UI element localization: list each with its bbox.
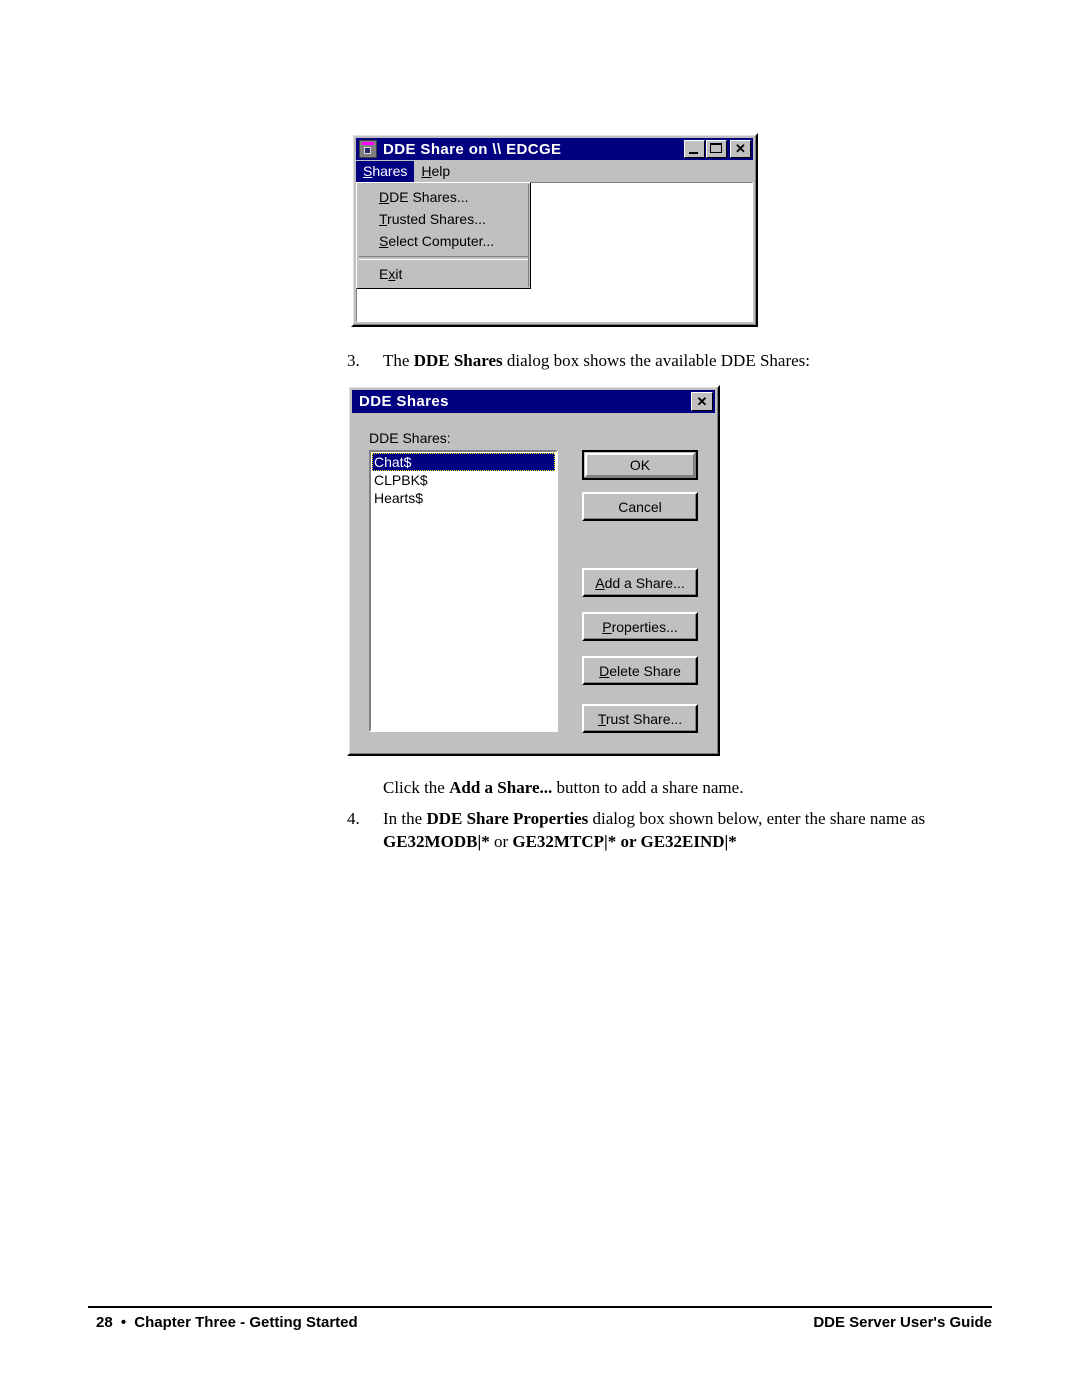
footer-left: 28 • Chapter Three - Getting Started (96, 1314, 358, 1331)
menu-item-dde-shares[interactable]: DDE Shares... (357, 186, 530, 208)
dde-shares-listbox[interactable]: Chat$ CLPBK$ Hearts$ (369, 450, 558, 732)
menu-item-select-computer[interactable]: Select Computer... (357, 230, 530, 252)
step3-text-a: The (383, 351, 414, 370)
footer-divider (88, 1306, 992, 1308)
trust-share-button[interactable]: Trust Share... (582, 704, 698, 733)
list-item[interactable]: Chat$ (372, 453, 555, 471)
dde-share-window[interactable]: DDE Share on \\ EDCGE ✕ Shares Help DDE … (351, 133, 758, 327)
cancel-button[interactable]: Cancel (582, 492, 698, 521)
step4-line2-a: GE32MODB|* (383, 832, 490, 851)
minimize-icon[interactable] (684, 140, 705, 158)
window-title: DDE Share on \\ EDCGE (383, 140, 562, 158)
add-a-share-button[interactable]: Add a Share... (582, 568, 698, 597)
step3-number: 3. (347, 351, 360, 370)
window-titlebar[interactable]: DDE Share on \\ EDCGE ✕ (356, 138, 753, 160)
step4-line2-c: GE32MTCP|* or GE32EIND|* (512, 832, 737, 851)
page-number: 28 (96, 1314, 113, 1331)
menu-item-exit[interactable]: Exit (357, 263, 530, 285)
step4-line1-a: In the (383, 809, 427, 828)
trust-share-button-label: Trust Share... (597, 710, 683, 727)
delete-share-button-label: Delete Share (599, 662, 681, 679)
menu-help[interactable]: Help (414, 161, 457, 182)
footer-right: DDE Server User's Guide (813, 1314, 992, 1331)
add-a-share-button-label: Add a Share... (595, 574, 685, 591)
close-icon[interactable]: ✕ (730, 140, 751, 158)
caption-text-c: button to add a share name. (552, 778, 744, 797)
dialog-body: DDE Shares: Chat$ CLPBK$ Hearts$ OK Canc… (349, 387, 718, 754)
cancel-button-label: Cancel (618, 498, 662, 515)
menu-item-trusted-shares[interactable]: Trusted Shares... (357, 208, 530, 230)
caption-text-a: Click the (383, 778, 450, 797)
properties-button-label: Properties... (602, 618, 678, 635)
step4-number: 4. (347, 809, 360, 828)
menu-separator (359, 256, 528, 260)
shares-dropdown-menu[interactable]: DDE Shares... Trusted Shares... Select C… (356, 182, 531, 289)
ok-button-label: OK (629, 457, 651, 473)
window-controls: ✕ (683, 140, 751, 158)
caption-text-bold: Add a Share... (449, 778, 553, 797)
list-item[interactable]: Hearts$ (372, 489, 555, 507)
delete-share-button[interactable]: Delete Share (582, 656, 698, 685)
menu-bar[interactable]: Shares Help (356, 161, 753, 182)
step3-text-bold: DDE Shares (413, 351, 503, 370)
footer-chapter-label: Chapter Three - Getting Started (134, 1314, 358, 1331)
step4-line1-bold: DDE Share Properties (426, 809, 589, 828)
menu-shares[interactable]: Shares (356, 161, 415, 182)
maximize-icon[interactable] (706, 140, 727, 158)
list-item[interactable]: CLPBK$ (372, 471, 555, 489)
step3-text: The DDE Shares dialog box shows the avai… (383, 349, 983, 372)
step3-text-c: dialog box shows the available DDE Share… (502, 351, 810, 370)
step4-line2-b: or (489, 832, 513, 851)
caption-click-add-a-share: Click the Add a Share... button to add a… (383, 776, 983, 799)
footer-bullet: • (120, 1314, 127, 1331)
step4-line1-c: dialog box shown below, enter the share … (588, 809, 926, 828)
dde-share-app-icon[interactable] (359, 140, 377, 158)
ok-button[interactable]: OK (582, 450, 698, 480)
dde-shares-list-label: DDE Shares: (369, 430, 451, 446)
properties-button[interactable]: Properties... (582, 612, 698, 641)
dde-shares-dialog[interactable]: DDE Shares ✕ DDE Shares: Chat$ CLPBK$ He… (347, 385, 720, 756)
step4-text: In the DDE Share Properties dialog box s… (383, 807, 963, 853)
